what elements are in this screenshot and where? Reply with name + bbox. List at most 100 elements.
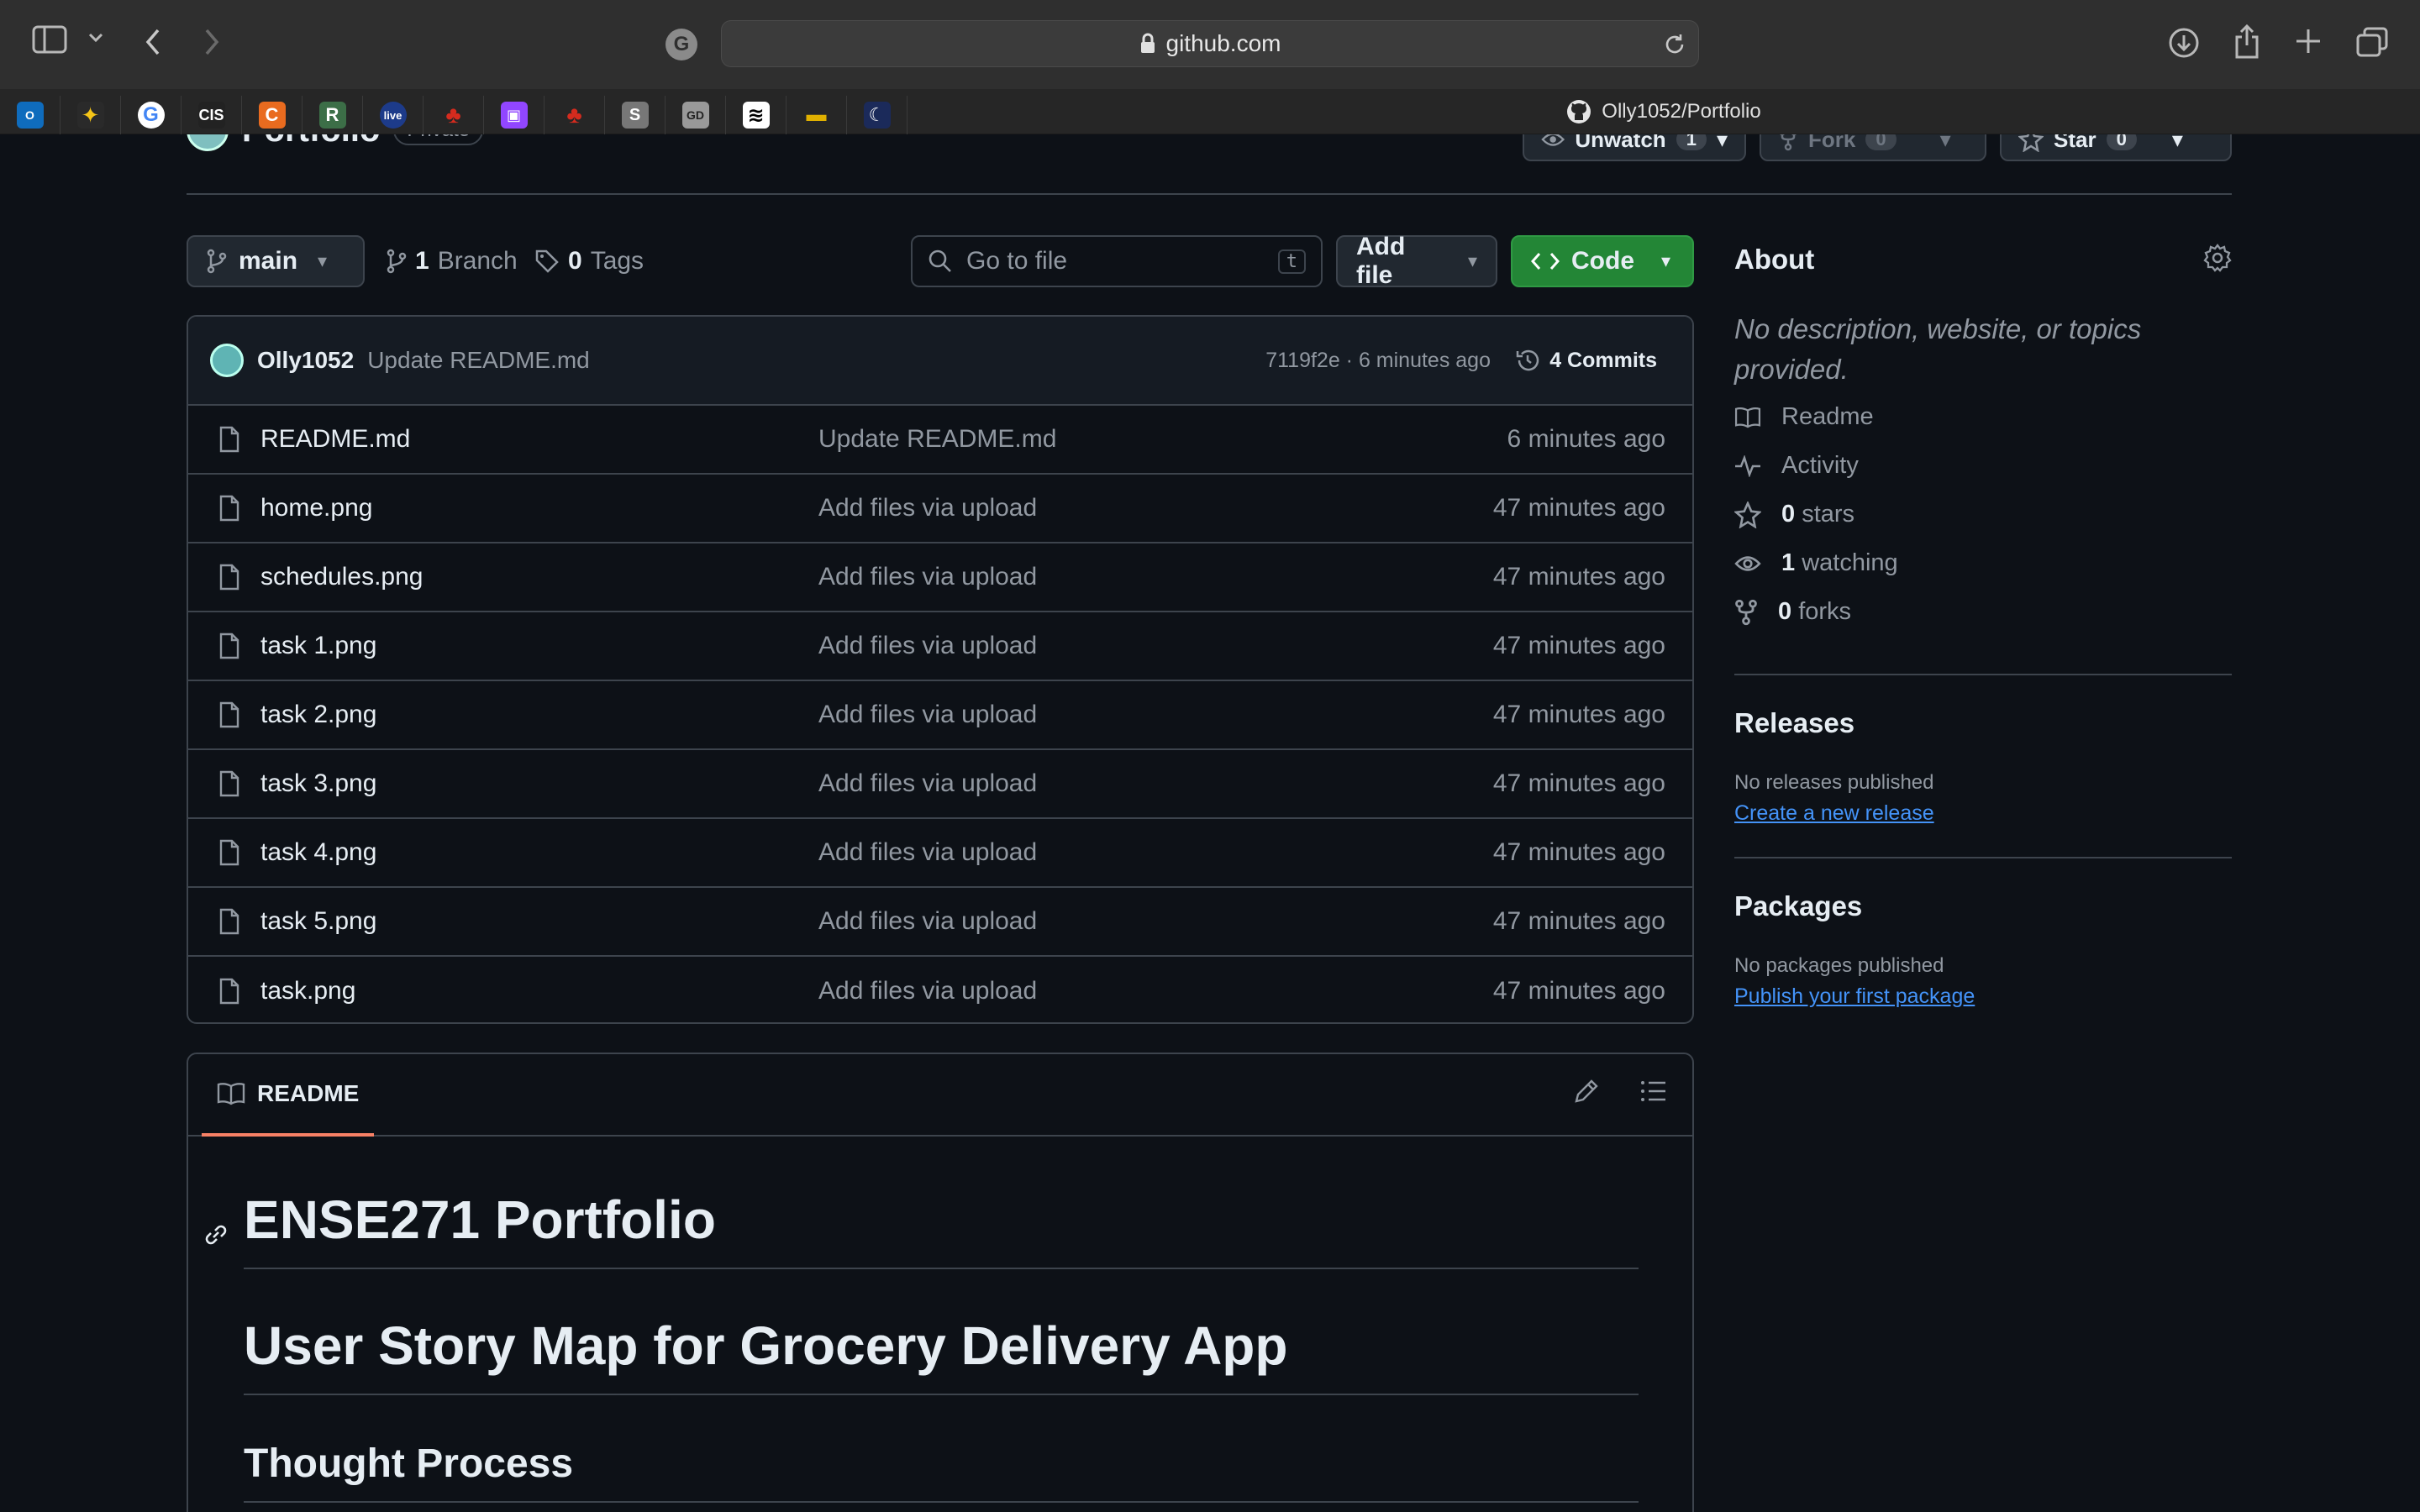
bookmark-cis[interactable]: CIS [182,96,242,134]
table-row[interactable]: task 5.png Add files via upload 47 minut… [188,888,1692,957]
bookmark-gd[interactable]: GD [666,96,726,134]
bookmark-maple[interactable]: ♣ [424,96,484,134]
activity-link[interactable]: Activity [1734,452,1859,480]
chevron-down-icon: ▾ [318,250,328,271]
flag-icon: ▬ [806,103,827,126]
branch-select-button[interactable]: main ▾ [187,235,365,287]
chevron-down-icon[interactable] [87,32,104,44]
readme-link[interactable]: Readme [1734,403,1874,431]
star-button[interactable]: Star 0 ▾ [2000,134,2232,161]
file-name[interactable]: task.png [260,977,355,1005]
anchor-link-icon[interactable] [203,1222,229,1247]
file-name[interactable]: home.png [260,494,372,522]
file-commit-message[interactable]: Add files via upload [818,632,1037,660]
new-tab-icon[interactable] [2294,27,2323,55]
table-row[interactable]: schedules.png Add files via upload 47 mi… [188,543,1692,612]
file-name[interactable]: task 2.png [260,701,376,729]
file-commit-message[interactable]: Add files via upload [818,838,1037,867]
bookmark-outlook[interactable]: O [0,96,60,134]
create-release-link[interactable]: Create a new release [1734,801,1934,826]
file-commit-message[interactable]: Add files via upload [818,494,1037,522]
file-commit-message[interactable]: Add files via upload [818,769,1037,798]
file-name[interactable]: task 4.png [260,838,376,867]
go-to-file-input[interactable]: Go to file t [911,235,1323,287]
bookmark-flag[interactable]: ▬ [786,96,847,134]
table-row[interactable]: task 1.png Add files via upload 47 minut… [188,612,1692,681]
gear-icon[interactable] [2203,244,2232,272]
bookmark-stripes[interactable]: ≋ [726,96,786,134]
reload-icon[interactable] [1663,33,1686,56]
packages-note: No packages published [1734,954,1944,977]
active-tab[interactable]: Olly1052/Portfolio [908,89,2420,134]
branches-link[interactable]: 1 Branch [387,247,518,276]
forward-icon[interactable] [202,27,222,57]
file-commit-message[interactable]: Add files via upload [818,907,1037,936]
outline-list-icon[interactable] [1640,1078,1667,1105]
fork-count: 0 [1865,134,1897,150]
forks-link[interactable]: 0 forks [1734,598,1851,626]
bookmark-twitch[interactable]: ▣ [484,96,544,134]
table-row[interactable]: task 4.png Add files via upload 47 minut… [188,819,1692,888]
tags-count: 0 [568,247,582,275]
table-row[interactable]: task 2.png Add files via upload 47 minut… [188,681,1692,750]
share-icon[interactable] [2233,24,2260,59]
stars-label: stars [1802,501,1855,528]
packages-title[interactable]: Packages [1734,890,1862,922]
commit-meta[interactable]: 7119f2e · 6 minutes ago [1265,349,1491,373]
table-row[interactable]: task.png Add files via upload 47 minutes… [188,957,1692,1022]
sidebar-divider [1734,674,2232,675]
bookmark-star[interactable]: ✦ [60,96,121,134]
repo-avatar[interactable] [187,134,229,151]
file-commit-message[interactable]: Add files via upload [818,977,1037,1005]
code-button[interactable]: Code ▾ [1511,235,1694,287]
file-name[interactable]: README.md [260,425,410,454]
downloads-icon[interactable] [2168,27,2200,59]
commit-author[interactable]: Olly1052 [257,347,354,374]
releases-title[interactable]: Releases [1734,707,1854,739]
bookmark-s[interactable]: S [605,96,666,134]
commits-link[interactable]: 4 Commits [1514,347,1657,374]
repo-name[interactable]: Portfolio [242,134,380,150]
address-bar[interactable]: github.com [721,20,1699,67]
tab-readme[interactable]: README [202,1054,375,1137]
tags-link[interactable]: 0 Tags [534,247,644,276]
publish-package-link[interactable]: Publish your first package [1734,984,1975,1009]
about-title: About [1734,244,1815,275]
bookmark-maple-2[interactable]: ♣ [544,96,605,134]
bookmark-google[interactable]: G [121,96,182,134]
sidebar-toggle-icon[interactable] [32,25,67,54]
avatar[interactable] [210,344,244,377]
table-row[interactable]: task 3.png Add files via upload 47 minut… [188,750,1692,819]
github-page: Portfolio Private Unwatch 1 ▾ Fork 0 ▾ S… [0,134,2420,1512]
file-time: 47 minutes ago [1492,701,1665,728]
file-commit-message[interactable]: Add files via upload [818,563,1037,591]
file-name[interactable]: schedules.png [260,563,423,591]
file-commit-message[interactable]: Add files via upload [818,701,1037,729]
bookmark-c[interactable]: C [242,96,302,134]
latest-commit-bar: Olly1052 Update README.md 7119f2e · 6 mi… [188,317,1692,406]
grammarly-extension-icon[interactable]: G [666,29,697,60]
table-row[interactable]: home.png Add files via upload 47 minutes… [188,475,1692,543]
stars-link[interactable]: 0 stars [1734,501,1854,528]
file-commit-message[interactable]: Update README.md [818,425,1056,454]
activity-link-label: Activity [1781,452,1859,479]
file-name[interactable]: task 3.png [260,769,376,798]
bookmark-r[interactable]: R [302,96,363,134]
commit-message[interactable]: Update README.md [367,347,590,374]
bookmark-moon[interactable]: ☾ [847,96,908,134]
add-file-button[interactable]: Add file ▾ [1336,233,1497,289]
table-row[interactable]: README.md Update README.md 6 minutes ago [188,406,1692,475]
readme-heading-1: ENSE271 Portfolio [244,1189,716,1250]
unwatch-button[interactable]: Unwatch 1 ▾ [1523,134,1746,161]
file-name[interactable]: task 5.png [260,907,376,936]
bookmark-live[interactable]: live [363,96,424,134]
add-file-label: Add file [1356,233,1406,289]
watching-link[interactable]: 1 watching [1734,549,1898,577]
pencil-icon[interactable] [1573,1078,1600,1105]
tab-overview-icon[interactable] [2356,27,2388,57]
back-icon[interactable] [143,27,163,57]
fork-button[interactable]: Fork 0 ▾ [1760,134,1986,161]
star-icon [2018,134,2044,152]
header-divider [187,193,2232,195]
file-name[interactable]: task 1.png [260,632,376,660]
